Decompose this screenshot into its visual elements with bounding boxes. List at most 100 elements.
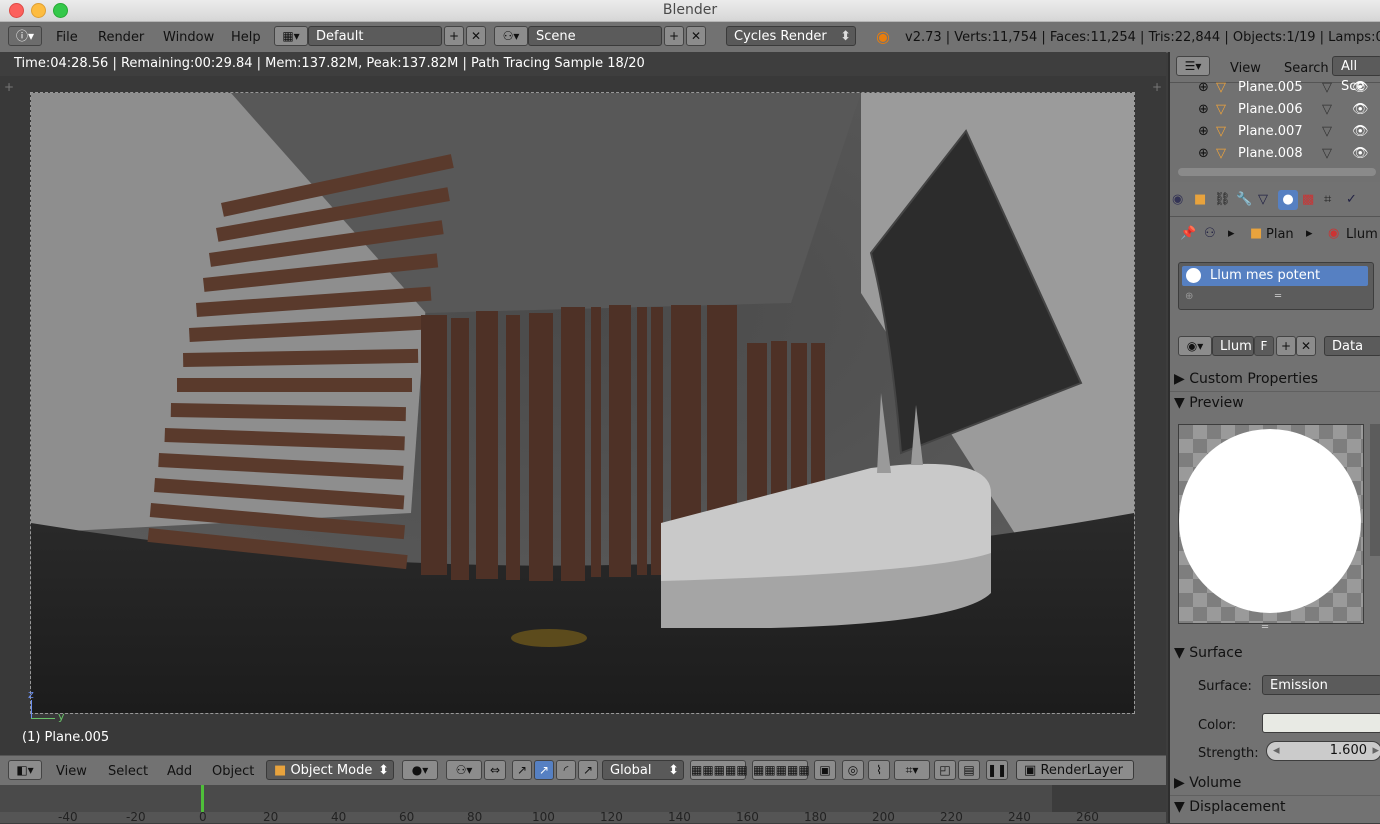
expand-icon[interactable]: ⊕ [1198, 99, 1209, 121]
chevron-right-icon[interactable]: ▸ [1372, 742, 1379, 760]
screen-layout-icon[interactable]: ▦▾ [274, 26, 308, 46]
opengl-animation-icon[interactable]: ▤ [958, 760, 980, 780]
add-icon[interactable]: ⊕ [1185, 291, 1193, 302]
eye-icon[interactable]: 👁 [1352, 77, 1369, 99]
delete-screen-button[interactable]: ✕ [466, 26, 486, 46]
resize-handle-icon[interactable]: ═ [1262, 622, 1268, 633]
constraints-tab-icon[interactable]: ⛓ [1214, 192, 1231, 207]
snap-toggle-icon[interactable]: ⌇ [868, 760, 890, 780]
scene-icon[interactable]: ⚇▾ [494, 26, 528, 46]
outliner[interactable]: ☰▾ View Search All Sce ⊕ ▽ Plane.005 ▽ 👁… [1170, 52, 1380, 182]
menu-window[interactable]: Window [163, 30, 214, 45]
manipulator-toggle-icon[interactable]: ⇔ [484, 760, 506, 780]
orientation-label: Global [610, 763, 652, 778]
3d-viewport[interactable]: Time:04:28.56 | Remaining:00:29.84 | Mem… [0, 52, 1166, 755]
link-select[interactable]: Data [1324, 336, 1380, 356]
texture-tab-icon[interactable]: ▩ [1302, 192, 1314, 207]
material-tab-icon[interactable]: ● [1278, 190, 1298, 210]
outliner-scrollbar[interactable] [1178, 168, 1376, 176]
axis-y-line [31, 718, 55, 719]
render-engine-select[interactable]: Cycles Render ⬍ [726, 26, 856, 46]
viewport-shading-button[interactable]: ●▾ [402, 760, 438, 780]
outliner-row[interactable]: ⊕ ▽ Plane.005 ▽ 👁 [1170, 77, 1380, 99]
pause-render-icon[interactable]: ❚❚ [986, 760, 1008, 780]
timeline[interactable]: -40 -20 0 20 40 60 80 100 120 140 160 18… [0, 785, 1166, 824]
modifier-tab-icon[interactable]: 🔧 [1236, 192, 1252, 207]
menu-select[interactable]: Select [108, 764, 148, 779]
material-name-field[interactable]: Llum [1212, 336, 1254, 356]
add-scene-button[interactable]: + [664, 26, 684, 46]
physics-tab-icon[interactable]: ✓ [1346, 192, 1357, 207]
render-tab-icon[interactable]: ◉ [1172, 192, 1183, 207]
opengl-render-icon[interactable]: ◰ [934, 760, 956, 780]
lock-layers-icon[interactable]: ▣ [814, 760, 836, 780]
snap-element-button[interactable]: ⌗▾ [894, 760, 930, 780]
fake-user-button[interactable]: F [1254, 336, 1274, 356]
expand-icon[interactable]: ⊕ [1198, 121, 1209, 143]
scale-arrow-icon[interactable]: ↗ [578, 760, 598, 780]
delete-scene-button[interactable]: ✕ [686, 26, 706, 46]
menu-render[interactable]: Render [98, 30, 144, 45]
current-frame-cursor[interactable] [201, 785, 204, 812]
zoom-window-button[interactable] [53, 3, 68, 18]
outliner-item-label: Plane.008 [1238, 146, 1303, 161]
outliner-row[interactable]: ⊕ ▽ Plane.006 ▽ 👁 [1170, 99, 1380, 121]
preview-type-buttons[interactable] [1370, 424, 1380, 556]
editor-type-outliner-button[interactable]: ☰▾ [1176, 56, 1210, 76]
browse-material-button[interactable]: ◉▾ [1178, 336, 1212, 356]
editor-type-3d-button[interactable]: ◧▾ [8, 760, 42, 780]
window-title: Blender [662, 2, 718, 18]
outliner-row[interactable]: ⊕ ▽ Plane.007 ▽ 👁 [1170, 121, 1380, 143]
pivot-point-button[interactable]: ⚇▾ [446, 760, 482, 780]
rotate-icon[interactable]: ↗ [534, 760, 554, 780]
expand-icon[interactable]: ⊕ [1198, 77, 1209, 99]
material-slot-list[interactable]: Llum mes potent ⊕ ═ [1178, 262, 1374, 310]
particles-tab-icon[interactable]: ⌗ [1324, 192, 1331, 207]
expand-icon[interactable]: ⊕ [1198, 143, 1209, 165]
pin-icon[interactable]: 📌 [1180, 226, 1196, 241]
eye-icon[interactable]: 👁 [1352, 99, 1369, 121]
object-tab-icon[interactable]: ■ [1194, 192, 1206, 207]
editor-type-info-button[interactable]: ⓘ▾ [8, 26, 42, 46]
menu-object[interactable]: Object [212, 764, 254, 779]
material-slot-row[interactable]: Llum mes potent [1182, 266, 1368, 286]
volume-panel-header[interactable]: ▶ Volume [1174, 772, 1380, 794]
layers-grid-2[interactable]: ▦▦▦▦▦ [752, 760, 810, 780]
outliner-menu-search[interactable]: Search [1284, 61, 1329, 76]
add-screen-button[interactable]: + [444, 26, 464, 46]
screen-layout-field[interactable]: Default [308, 26, 442, 46]
new-material-button[interactable]: + [1276, 336, 1296, 356]
outliner-menu-view[interactable]: View [1230, 61, 1261, 76]
minimize-window-button[interactable] [31, 3, 46, 18]
surface-panel-header[interactable]: ▼ Surface [1174, 642, 1380, 664]
outliner-display-select[interactable]: All Sce [1332, 56, 1380, 94]
data-tab-icon[interactable]: ▽ [1258, 192, 1268, 207]
outliner-row[interactable]: ⊕ ▽ Plane.008 ▽ 👁 [1170, 143, 1380, 165]
object-mode-select[interactable]: ■ Object Mode ⬍ [266, 760, 394, 780]
scene-field[interactable]: Scene [528, 26, 662, 46]
strength-slider[interactable]: ◂ 1.600 ▸ [1266, 741, 1380, 761]
scale-icon[interactable]: ◜ [556, 760, 576, 780]
chevron-left-icon[interactable]: ◂ [1273, 742, 1280, 760]
menu-file[interactable]: File [56, 30, 78, 45]
displacement-panel-header[interactable]: ▼ Displacement [1174, 796, 1380, 818]
menu-view[interactable]: View [56, 764, 87, 779]
unlink-material-button[interactable]: ✕ [1296, 336, 1316, 356]
transform-orientation-select[interactable]: Global ⬍ [602, 760, 684, 780]
eye-icon[interactable]: 👁 [1352, 143, 1369, 165]
eye-icon[interactable]: 👁 [1352, 121, 1369, 143]
resize-handle-icon[interactable]: ═ [1275, 291, 1281, 302]
translate-icon[interactable]: ↗ [512, 760, 532, 780]
proportional-edit-icon[interactable]: ◎ [842, 760, 864, 780]
menu-add[interactable]: Add [167, 764, 192, 779]
menu-help[interactable]: Help [231, 30, 261, 45]
emission-color-swatch[interactable] [1262, 713, 1380, 733]
render-layer-field[interactable]: ▣ RenderLayer [1016, 760, 1134, 780]
corner-plus-icon[interactable]: + [1152, 80, 1162, 94]
layers-grid-1[interactable]: ▦▦▦▦▦ [690, 760, 748, 780]
close-window-button[interactable] [9, 3, 24, 18]
surface-shader-select[interactable]: Emission [1262, 675, 1380, 695]
custom-properties-panel-header[interactable]: ▶ Custom Properties [1174, 368, 1380, 390]
corner-plus-icon[interactable]: + [4, 80, 14, 94]
preview-panel-header[interactable]: ▼ Preview [1174, 392, 1380, 414]
